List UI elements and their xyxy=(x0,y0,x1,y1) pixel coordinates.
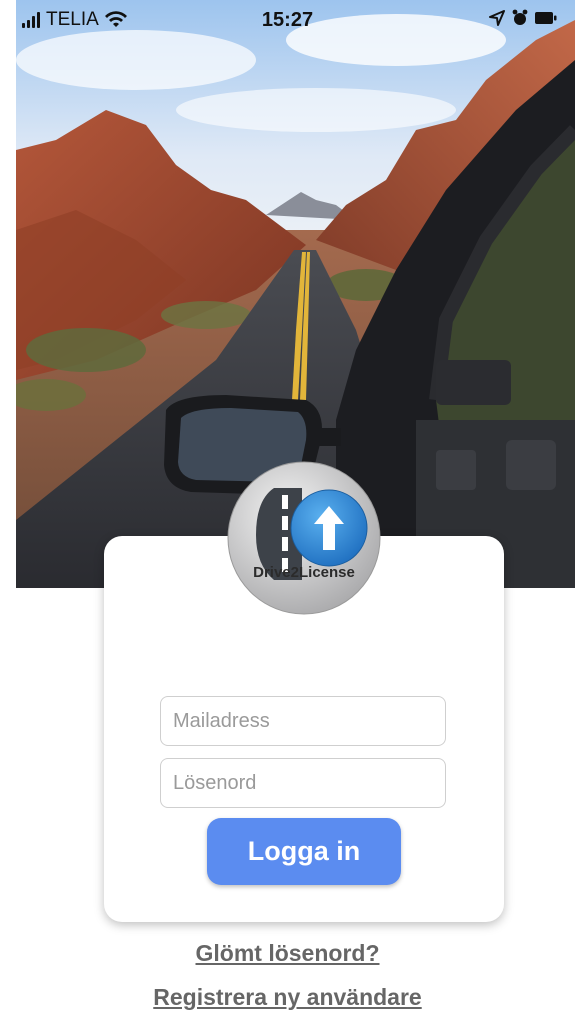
register-link[interactable]: Registrera ny användare xyxy=(0,984,575,1011)
status-right xyxy=(489,9,557,27)
battery-icon xyxy=(535,12,557,24)
logo-icon xyxy=(227,461,381,615)
forgot-password-link[interactable]: Glömt lösenord? xyxy=(0,940,575,967)
login-button[interactable]: Logga in xyxy=(207,818,401,885)
email-field[interactable] xyxy=(160,696,446,746)
status-bar: TELIA 15:27 xyxy=(0,0,575,40)
logo-text: Drive2License xyxy=(253,564,355,581)
password-field[interactable] xyxy=(160,758,446,808)
alarm-icon xyxy=(512,9,528,25)
app-logo: Drive2License xyxy=(226,460,382,616)
location-icon xyxy=(489,10,505,26)
